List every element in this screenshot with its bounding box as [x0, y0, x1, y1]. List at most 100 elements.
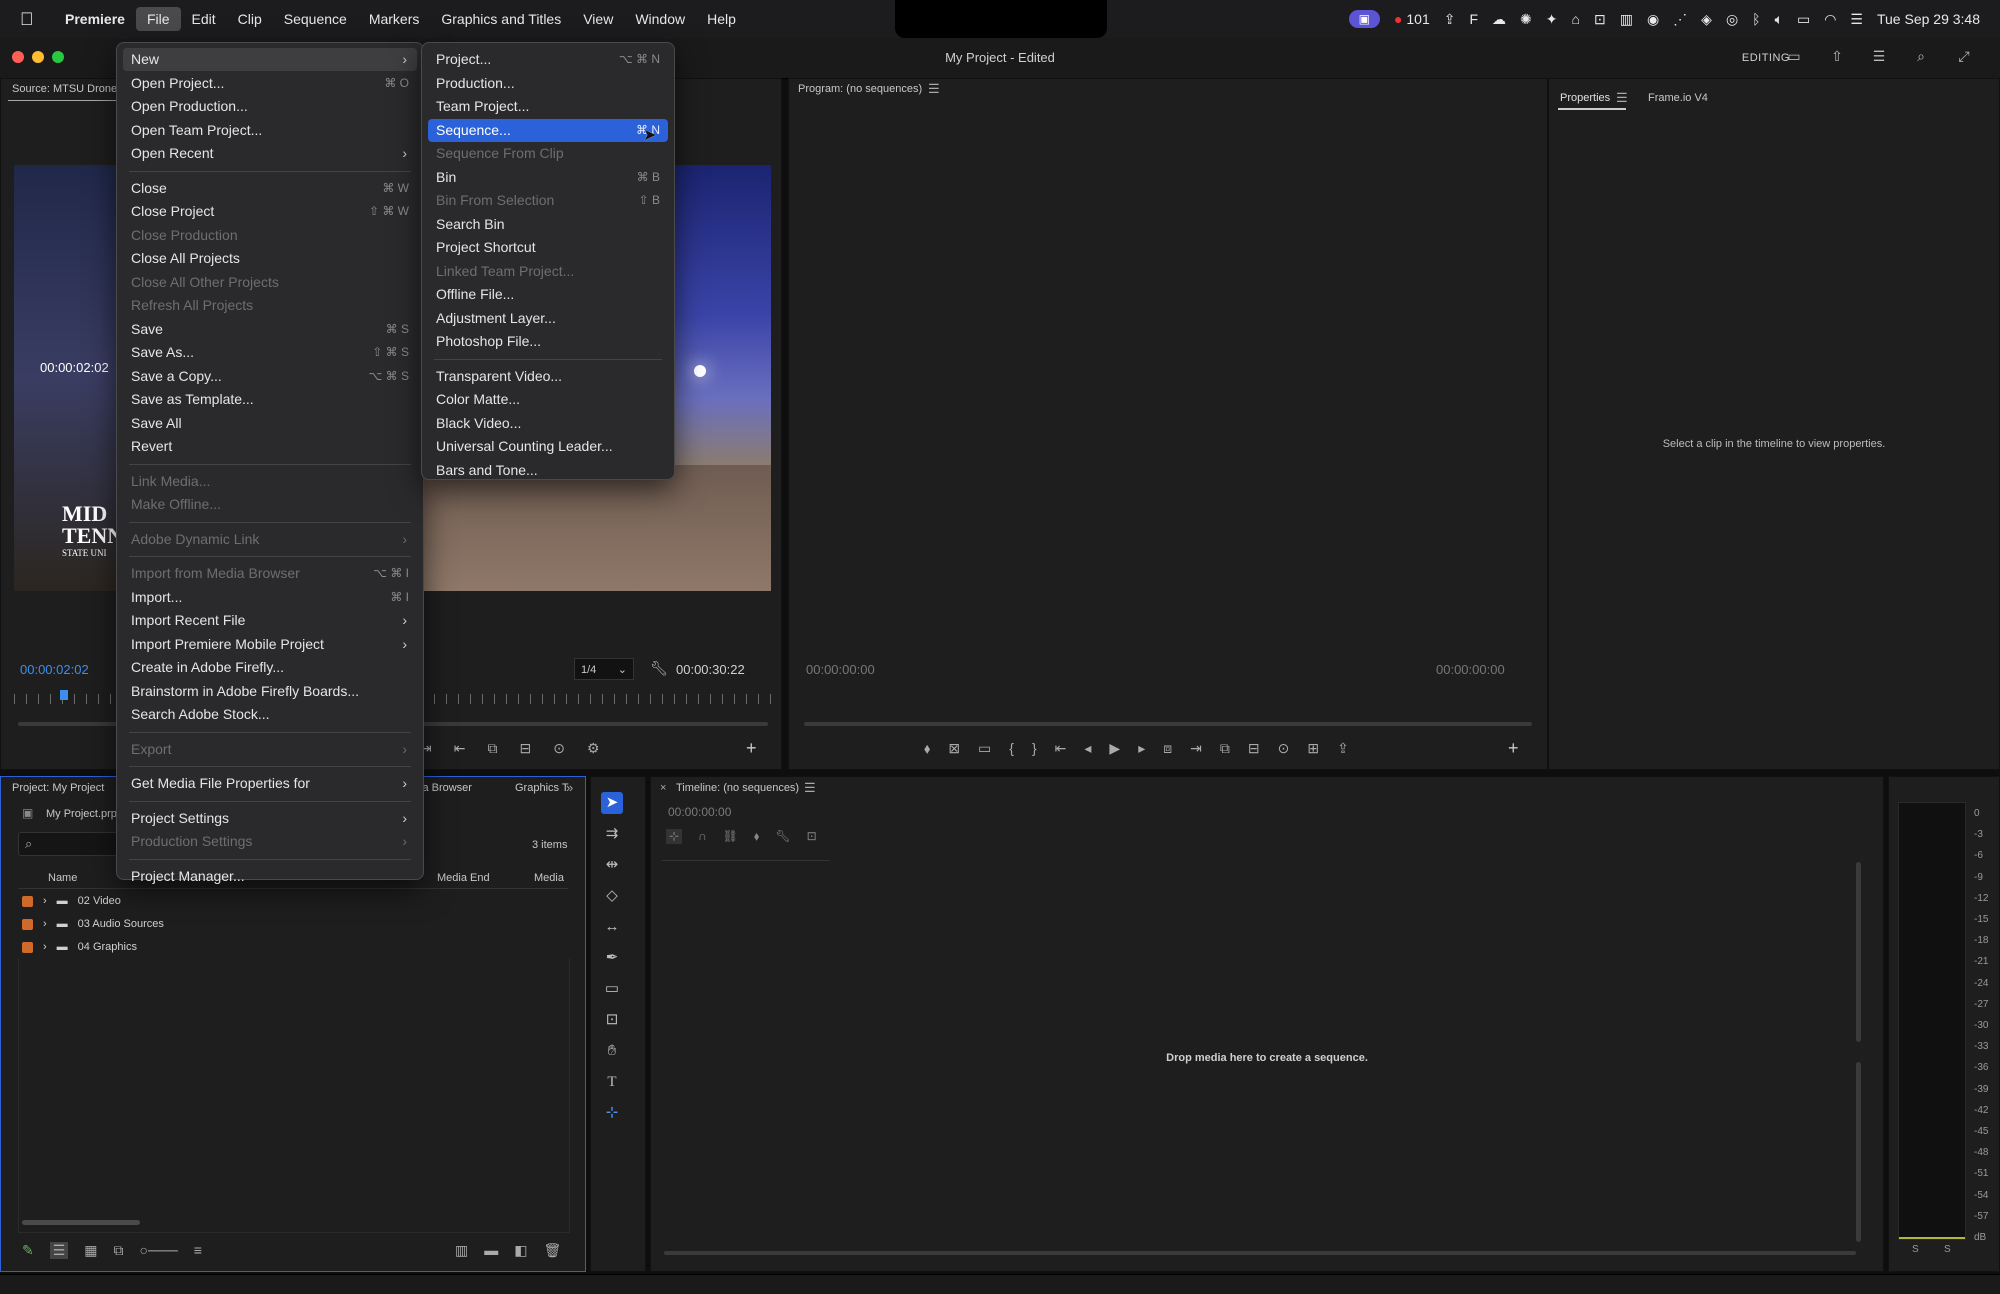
upload-icon[interactable]: ⇪ [1444, 11, 1456, 28]
project-horizontal-scrollbar[interactable] [22, 1220, 140, 1225]
timeline-tab[interactable]: Timeline: (no sequences) [676, 782, 799, 794]
battery-icon[interactable]: ▭ [1797, 11, 1810, 28]
menu-markers[interactable]: Markers [358, 7, 431, 31]
step-back-icon[interactable]: ◂ [1084, 740, 1091, 757]
wifi-icon[interactable]: ◠ [1824, 11, 1836, 28]
program-zoom-scrollbar[interactable] [804, 722, 1532, 726]
extract-icon[interactable]: ⊟ [1248, 740, 1260, 757]
file-menu-item-save-as-template[interactable]: Save as Template... [123, 388, 417, 411]
compare-icon[interactable]: ⊞ [1307, 740, 1319, 757]
apple-icon[interactable]:  [20, 9, 40, 30]
sparkle-icon[interactable]: ✺ [1520, 11, 1532, 28]
new-menu-item-production[interactable]: Production... [428, 72, 668, 95]
new-bin-icon[interactable]: ▬ [484, 1242, 498, 1259]
hand-tool-icon[interactable]: ✋︎ [601, 1040, 623, 1062]
menu-help[interactable]: Help [696, 7, 747, 31]
mark-in-icon[interactable]: { [1009, 740, 1014, 757]
wrench-icon[interactable]: 🔧︎ [775, 829, 790, 844]
file-menu-item-import[interactable]: Import... ⌘ I [123, 586, 417, 609]
volume-icon[interactable]: 🔈︎ [1775, 11, 1783, 28]
slip-tool-icon[interactable]: ↔ [601, 916, 623, 938]
project-list-area[interactable] [18, 958, 570, 1233]
overwrite-icon[interactable]: ⇤ [454, 740, 466, 757]
recording-indicator[interactable]: ● 101 [1394, 11, 1430, 27]
more-tabs-icon[interactable]: » [566, 780, 573, 795]
control-center-icon[interactable]: ☰ [1850, 11, 1863, 28]
automate-icon[interactable]: ▥ [455, 1242, 468, 1259]
file-menu-item-import-recent-file[interactable]: Import Recent File › [123, 609, 417, 632]
clock[interactable]: Tue Sep 29 3:48 [1877, 11, 1980, 27]
new-menu-item-adjustment-layer[interactable]: Adjustment Layer... [428, 307, 668, 330]
label-color[interactable] [22, 895, 33, 907]
cloud-icon[interactable]: ☁ [1492, 11, 1506, 28]
project-search-input[interactable]: ⌕ [18, 832, 130, 856]
file-menu-item-save[interactable]: Save ⌘ S [123, 318, 417, 341]
fullscreen-icon[interactable]: ⤢ [1955, 48, 1973, 66]
clip-icon[interactable]: ▭ [978, 740, 991, 757]
nest-icon[interactable]: ⊹ [666, 829, 683, 844]
track-select-tool-icon[interactable]: ⇉ [601, 823, 623, 845]
camera-icon[interactable]: ⊙ [1278, 740, 1290, 757]
export-icon[interactable]: ⇪ [1337, 740, 1349, 757]
menu-sequence[interactable]: Sequence [273, 7, 358, 31]
razor-tool-icon[interactable]: ◇ [601, 885, 623, 907]
list-item[interactable]: › ▬ 04 Graphics [22, 936, 137, 958]
new-menu-item-photoshop-file[interactable]: Photoshop File... [428, 330, 668, 353]
file-menu-item-new[interactable]: New › [123, 48, 417, 71]
new-menu-item-sequence[interactable]: Sequence... ⌘ N [428, 118, 668, 142]
tab-project[interactable]: Project: My Project [12, 782, 104, 794]
new-menu-item-team-project[interactable]: Team Project... [428, 95, 668, 118]
menu-window[interactable]: Window [624, 7, 696, 31]
step-forward-icon[interactable]: ▸ [1138, 740, 1145, 757]
drive-icon[interactable]: ⌂ [1572, 11, 1580, 27]
tab-graphics[interactable]: Graphics T [515, 782, 569, 794]
tab-frameio[interactable]: Frame.io V4 [1648, 92, 1708, 104]
go-to-in-icon[interactable]: ⇤ [1055, 740, 1067, 757]
file-menu-item-revert[interactable]: Revert [123, 435, 417, 458]
program-menu-icon[interactable]: ☰ [928, 81, 940, 97]
captions-icon[interactable]: ⊡ [807, 829, 817, 844]
chat-icon[interactable]: ◉ [1647, 11, 1659, 28]
file-menu-item-open-recent[interactable]: Open Recent › [123, 142, 417, 165]
menu-edit[interactable]: Edit [181, 7, 227, 31]
label-color[interactable] [22, 918, 33, 930]
new-menu-item-project[interactable]: Project... ⌥ ⌘ N [428, 48, 668, 71]
new-menu-item-black-video[interactable]: Black Video... [428, 412, 668, 435]
captions-tool-icon[interactable]: ⊹ [601, 1102, 623, 1124]
file-menu-item-project-settings[interactable]: Project Settings › [123, 807, 417, 830]
column-name[interactable]: Name [48, 872, 77, 884]
loop-icon[interactable]: ⧈ [1163, 740, 1172, 757]
file-menu-item-import-premiere-mobile-project[interactable]: Import Premiere Mobile Project › [123, 633, 417, 656]
timeline-timecode[interactable]: 00:00:00:00 [668, 805, 731, 819]
sort-icon[interactable]: ≡ [194, 1242, 202, 1259]
zoom-slider[interactable]: ○─── [140, 1242, 178, 1259]
mark-out-icon[interactable]: } [1032, 740, 1037, 757]
list-item[interactable]: › ▬ 03 Audio Sources [22, 913, 164, 935]
screen-share-icon[interactable]: ▣ [1348, 10, 1381, 28]
file-menu-item-open-project[interactable]: Open Project... ⌘ O [123, 72, 417, 95]
lift-icon[interactable]: ⧉ [1220, 740, 1230, 757]
new-menu-item-bin[interactable]: Bin ⌘ B [428, 166, 668, 189]
menu-graphics[interactable]: Graphics and Titles [430, 7, 572, 31]
freeform-view-icon[interactable]: ⧉ [114, 1242, 124, 1259]
chevron-right-icon[interactable]: › [43, 941, 47, 953]
add-marker-icon[interactable]: ⬧ [754, 829, 759, 844]
file-menu-item-search-adobe-stock[interactable]: Search Adobe Stock... [123, 703, 417, 726]
wrench-icon[interactable]: 🔧︎ [650, 660, 668, 677]
export-frame-icon[interactable]: ⊙ [553, 740, 565, 757]
bluetooth-icon[interactable]: ᛒ [1752, 11, 1760, 27]
source-playhead-timecode[interactable]: 00:00:02:02 [20, 662, 89, 677]
new-menu-item-bars-and-tone[interactable]: Bars and Tone... [428, 459, 668, 482]
file-menu-item-save-as[interactable]: Save As... ⇧ ⌘ S [123, 341, 417, 364]
lift-icon[interactable]: ⧉ [487, 740, 497, 757]
file-menu-item-get-media-file-properties-for[interactable]: Get Media File Properties for › [123, 772, 417, 795]
source-zoom-select[interactable]: 1/4 ⌄ [574, 658, 634, 680]
column-media-end[interactable]: Media End [437, 872, 490, 884]
trash-icon[interactable]: 🗑︎ [543, 1242, 561, 1259]
search-icon[interactable]: ⌕ [1912, 48, 1930, 66]
source-tab[interactable]: Source: MTSU Drone - [12, 83, 124, 95]
new-menu-item-project-shortcut[interactable]: Project Shortcut [428, 236, 668, 259]
timeline-menu-icon[interactable]: ☰ [804, 780, 816, 796]
file-menu-item-create-in-adobe-firefly[interactable]: Create in Adobe Firefly... [123, 656, 417, 679]
icon-view-icon[interactable]: ▦ [84, 1242, 97, 1259]
